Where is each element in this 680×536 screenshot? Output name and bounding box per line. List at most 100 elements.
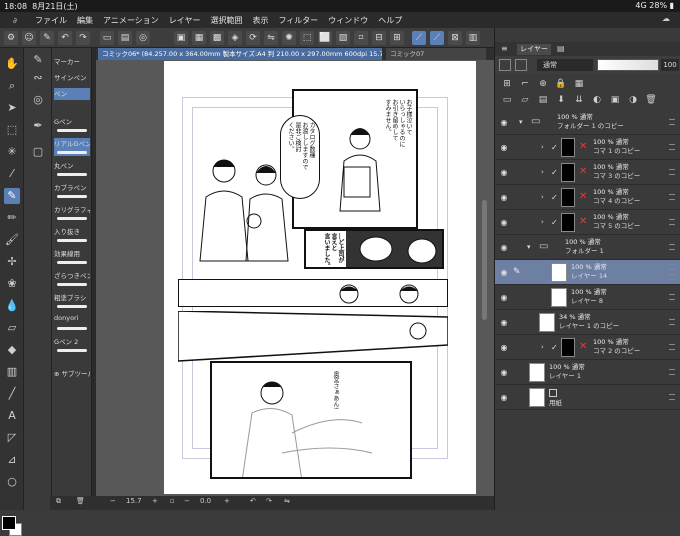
drag-handle-icon[interactable] bbox=[669, 294, 675, 300]
delete-mask-icon[interactable]: ▣ bbox=[609, 94, 621, 106]
drag-handle-icon[interactable] bbox=[669, 269, 675, 275]
nib-icon[interactable]: ✒ bbox=[30, 118, 46, 134]
layer-row[interactable]: ◉ 100 % 通常 レイヤー 8 bbox=[495, 285, 680, 310]
ruler-icon[interactable]: ⊟ bbox=[372, 31, 386, 45]
layer-mask-icon[interactable] bbox=[515, 59, 527, 71]
layer-row[interactable]: ◉ › ✓ ✕ 100 % 通常 コマ 1 のコピー bbox=[495, 135, 680, 160]
visibility-eye-icon[interactable]: ◉ bbox=[499, 218, 509, 227]
expand-icon[interactable]: › bbox=[541, 218, 544, 227]
canvas-area[interactable]: お子様泣いて いらっしゃるのに お引き留めして すみません。 カタログ数種 お渡… bbox=[96, 60, 494, 496]
angle-plus-icon[interactable]: + bbox=[224, 497, 230, 505]
snap-icon[interactable]: ⊞ bbox=[390, 31, 404, 45]
undo-icon[interactable]: ↶ bbox=[58, 31, 72, 45]
open-icon[interactable]: ▤ bbox=[118, 31, 132, 45]
lasso-fill-icon[interactable]: ∾ bbox=[30, 70, 46, 86]
drag-handle-icon[interactable] bbox=[669, 219, 675, 225]
deselect-icon[interactable]: ⬜ bbox=[318, 31, 332, 45]
brush-item[interactable]: 効果線用 bbox=[54, 248, 90, 266]
brush-size-icon[interactable]: ✎ bbox=[30, 52, 46, 68]
drag-handle-icon[interactable] bbox=[669, 344, 675, 350]
balloon-icon[interactable]: ◸ bbox=[4, 430, 20, 446]
ruler-tool-icon[interactable]: ⊿ bbox=[4, 452, 20, 468]
tab-comic07[interactable]: コミック07 bbox=[386, 48, 486, 60]
zoom-value[interactable]: 15.7 bbox=[126, 497, 142, 505]
crop-icon[interactable]: ⌗ bbox=[354, 31, 368, 45]
record-icon[interactable]: ◎ bbox=[136, 31, 150, 45]
invert-icon[interactable]: ▧ bbox=[336, 31, 350, 45]
panel-5[interactable]: 奥宮さぁあん! bbox=[210, 361, 412, 479]
brush-item[interactable]: カリグラフィ bbox=[54, 204, 90, 222]
new-vector-icon[interactable]: ▱ bbox=[519, 94, 531, 106]
menu-file[interactable]: ファイル bbox=[30, 15, 72, 26]
drag-handle-icon[interactable] bbox=[669, 394, 675, 400]
square-icon[interactable]: ▢ bbox=[30, 144, 46, 160]
layer-row-selected[interactable]: ◉ ✎ 100 % 通常 レイヤー 14 bbox=[495, 260, 680, 285]
lock-transparent-icon[interactable]: ⊞ bbox=[501, 78, 513, 90]
lock-alpha-icon[interactable]: ▦ bbox=[573, 78, 585, 90]
save-icon[interactable]: ▣ bbox=[174, 31, 188, 45]
zoom-icon[interactable]: ⌕ bbox=[4, 78, 20, 94]
layer-row[interactable]: ◉ ▾ ▭ 100 % 通常 フォルダー 1 のコピー bbox=[495, 110, 680, 135]
menu-animation[interactable]: アニメーション bbox=[98, 15, 164, 26]
text-icon[interactable]: A bbox=[4, 408, 20, 424]
main-color-swatch[interactable] bbox=[2, 516, 16, 530]
canvas-scrollbar[interactable] bbox=[482, 200, 487, 320]
brush-item[interactable]: 入り抜き bbox=[54, 226, 90, 244]
brush-item[interactable]: リアルGペン bbox=[54, 138, 90, 156]
new-raster-icon[interactable]: ▭ bbox=[501, 94, 513, 106]
subtool-sign-pen[interactable]: サインペン bbox=[54, 72, 90, 84]
brush-item[interactable]: ざらつきペン bbox=[54, 270, 90, 288]
drag-handle-icon[interactable] bbox=[669, 194, 675, 200]
lock-icon[interactable]: 🔒 bbox=[555, 78, 567, 90]
visibility-eye-icon[interactable]: ◉ bbox=[499, 293, 509, 302]
copy-icon[interactable]: ⧉ bbox=[56, 497, 61, 506]
layer-row[interactable]: ◉ 用紙 bbox=[495, 385, 680, 410]
layer-color-icon[interactable] bbox=[499, 59, 511, 71]
layer-row[interactable]: ◉ › ✓ ✕ 100 % 通常 コマ 5 のコピー bbox=[495, 210, 680, 235]
brush-icon[interactable]: 🖌 bbox=[4, 232, 20, 248]
trash-icon[interactable]: 🗑 bbox=[76, 497, 85, 505]
visibility-eye-icon[interactable]: ◉ bbox=[499, 368, 509, 377]
fit-icon[interactable]: ▫ bbox=[170, 497, 175, 505]
menu-edit[interactable]: 編集 bbox=[72, 15, 98, 26]
loading-icon[interactable]: ✺ bbox=[282, 31, 296, 45]
layer-row[interactable]: ◉ › ✓ ✕ 100 % 通常 コマ 4 のコピー bbox=[495, 185, 680, 210]
expand-icon[interactable]: › bbox=[541, 193, 544, 202]
flip-horizontal-icon[interactable]: ⇋ bbox=[284, 497, 290, 505]
angle-minus-icon[interactable]: − bbox=[184, 497, 190, 505]
target-icon[interactable]: ◎ bbox=[30, 92, 46, 108]
expand-icon[interactable]: › bbox=[541, 168, 544, 177]
gear-icon[interactable]: ⚙ bbox=[4, 31, 18, 45]
rotate-right-icon[interactable]: ↷ bbox=[266, 497, 272, 505]
eraser-icon[interactable]: ▱ bbox=[4, 320, 20, 336]
menu-filter[interactable]: フィルター bbox=[273, 15, 323, 26]
brush-item[interactable]: 粗塗ブラシ bbox=[54, 292, 90, 310]
layer-row[interactable]: ◉ › ✓ ✕ 100 % 通常 コマ 2 のコピー bbox=[495, 335, 680, 360]
cloud-sync-icon[interactable]: ☁ bbox=[662, 14, 670, 23]
snap-grid-icon[interactable]: ⊠ bbox=[448, 31, 462, 45]
rotate-left-icon[interactable]: ↶ bbox=[250, 497, 256, 505]
select-icon[interactable]: ⬚ bbox=[4, 122, 20, 138]
tab-extra-icon[interactable]: ▤ bbox=[557, 44, 565, 53]
move-icon[interactable]: ➤ bbox=[4, 100, 20, 116]
menu-view[interactable]: 表示 bbox=[247, 15, 273, 26]
tab-comic06[interactable]: コミック06* (84.257.00 x 364.00mm 製本サイズ:A4 判… bbox=[98, 48, 382, 60]
subtool-marker[interactable]: マーカー bbox=[54, 56, 90, 68]
snap-special-icon[interactable]: ⟋ bbox=[430, 31, 444, 45]
visibility-eye-icon[interactable]: ◉ bbox=[499, 318, 509, 327]
app-logo-icon[interactable]: ∂ bbox=[0, 16, 30, 25]
panel-4[interactable] bbox=[178, 311, 448, 363]
brush-item[interactable]: 丸ペン bbox=[54, 160, 90, 178]
clear-icon[interactable]: ▦ bbox=[192, 31, 206, 45]
drag-handle-icon[interactable] bbox=[669, 319, 675, 325]
panel-2[interactable]: …ど上司が 言えと 言いました。 bbox=[304, 229, 444, 269]
drag-handle-icon[interactable] bbox=[669, 169, 675, 175]
panel-toggle-icon[interactable]: ▥ bbox=[466, 31, 480, 45]
combine-icon[interactable]: ⇊ bbox=[573, 94, 585, 106]
reference-icon[interactable]: ⊕ bbox=[537, 78, 549, 90]
expand-icon[interactable]: › bbox=[541, 143, 544, 152]
rotate-icon[interactable]: ⟳ bbox=[246, 31, 260, 45]
new-file-icon[interactable]: ▭ bbox=[100, 31, 114, 45]
drag-handle-icon[interactable] bbox=[669, 119, 675, 125]
brush-item[interactable]: Gペン 2 bbox=[54, 336, 90, 354]
